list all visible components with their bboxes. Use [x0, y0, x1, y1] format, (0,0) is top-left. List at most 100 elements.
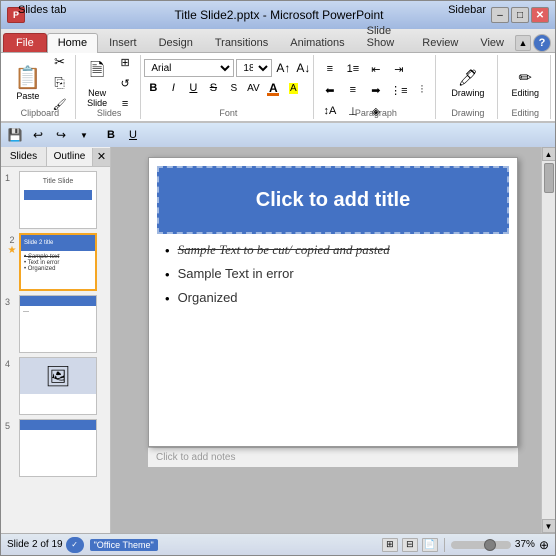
decrease-font-button[interactable]: A↓ [294, 59, 312, 77]
slide-thumb-4[interactable]: 4 🖼 [5, 357, 106, 415]
slide4-image: 🖼 [20, 358, 96, 394]
decrease-indent-button[interactable]: ⇤ [365, 59, 387, 79]
slide-canvas: Click to add title • Sample Text to be c… [148, 157, 518, 447]
outline-tab[interactable]: Outline [47, 147, 92, 166]
align-left-button[interactable]: ⬅ [319, 80, 341, 100]
bullet-item-2: • Sample Text in error [165, 266, 501, 282]
tab-transitions[interactable]: Transitions [204, 33, 279, 52]
slides-group: 🗎 New Slide ⊞ ↺ ≡ Slides [78, 55, 142, 119]
cut-button[interactable]: ✂ [49, 52, 71, 72]
font-color-button[interactable]: A [264, 79, 282, 97]
font-family-select[interactable]: Arial [144, 59, 234, 77]
slide1-content: Title Slide [20, 172, 96, 204]
slides-tab[interactable]: Slides [1, 147, 47, 166]
italic-button[interactable]: I [164, 79, 182, 97]
increase-font-button[interactable]: A↑ [274, 59, 292, 77]
slide3-text: — [20, 306, 96, 318]
scroll-down-button[interactable]: ▼ [542, 519, 556, 533]
layout-button[interactable]: ⊞ [114, 52, 136, 72]
numbering-button[interactable]: 1≡ [342, 59, 364, 79]
slide-image-5[interactable] [19, 419, 97, 477]
drawing-group-label: Drawing [451, 108, 484, 118]
tab-review[interactable]: Review [411, 33, 469, 52]
undo-button[interactable]: ↩ [28, 126, 48, 144]
maximize-button[interactable]: □ [511, 7, 529, 23]
slide-count: Slide 2 of 19 [7, 539, 63, 550]
tab-view[interactable]: View [469, 33, 515, 52]
text-direction-button[interactable]: ↕A [319, 101, 341, 121]
align-center-button[interactable]: ≡ [342, 80, 364, 100]
slide-title-placeholder: Click to add title [256, 189, 410, 212]
scroll-up-button[interactable]: ▲ [542, 147, 556, 161]
slide-thumb-2[interactable]: 2 ★ Slide 2 title • Sample text • Text i… [5, 233, 106, 291]
tab-file[interactable]: File [3, 33, 47, 52]
tab-design[interactable]: Design [148, 33, 204, 52]
slide-thumb-1[interactable]: 1 Title Slide [5, 171, 106, 229]
font-size-select[interactable]: 18 [236, 59, 272, 77]
close-button[interactable]: ✕ [531, 7, 549, 23]
slide-thumb-3[interactable]: 3 — [5, 295, 106, 353]
font-format-row: B I U S S AV A A [144, 79, 312, 97]
slide-sorter-button[interactable]: ⊟ [402, 538, 418, 552]
slide-thumb-5[interactable]: 5 [5, 419, 106, 477]
ribbon-collapse-button[interactable]: ▲ [515, 35, 531, 51]
increase-indent-button[interactable]: ⇥ [388, 59, 410, 79]
underline-button[interactable]: U [184, 79, 202, 97]
editing-group: ✏ Editing Editing [500, 55, 551, 119]
redo-button[interactable]: ↪ [51, 126, 71, 144]
quick-access-dropdown[interactable]: ▼ [74, 126, 94, 144]
drawing-button[interactable]: 🖊 Drawing [446, 59, 489, 107]
zoom-in-button[interactable]: ⊕ [539, 538, 549, 552]
new-slide-icon: 🗎 [90, 58, 104, 88]
notes-bar[interactable]: Click to add notes [148, 447, 518, 467]
powerpoint-icon: P [7, 7, 25, 23]
slide-title-area[interactable]: Click to add title [157, 166, 509, 234]
slide5-header [20, 420, 96, 430]
minimize-button[interactable]: – [491, 7, 509, 23]
save-button[interactable]: 💾 [5, 126, 25, 144]
panel-close-button[interactable]: ✕ [92, 148, 110, 166]
zoom-slider[interactable] [451, 541, 511, 549]
clipboard-label: Clipboard [21, 108, 60, 118]
columns-button[interactable]: ⫶ [411, 80, 433, 100]
font-label: Font [219, 108, 237, 118]
align-right-button[interactable]: ➡ [365, 80, 387, 100]
justify-button[interactable]: ⋮≡ [388, 80, 410, 100]
paste-button[interactable]: 📋 Paste [9, 59, 46, 107]
tab-slide-show[interactable]: Slide Show [356, 21, 412, 52]
main-area: Slides Outline ✕ 1 Title Slide [1, 147, 555, 533]
new-slide-button[interactable]: 🗎 New Slide [82, 59, 112, 107]
slide-image-3[interactable]: — [19, 295, 97, 353]
paste-icon: 📋 [14, 65, 41, 91]
bold-quick-button[interactable]: B [101, 126, 121, 144]
bullet-dot-2: • [165, 267, 170, 282]
shadow-button[interactable]: S [224, 79, 242, 97]
editing-group-content: ✏ Editing [505, 57, 545, 109]
normal-view-button[interactable]: ⊞ [382, 538, 398, 552]
reset-button[interactable]: ↺ [114, 73, 136, 93]
underline-quick-button[interactable]: U [123, 126, 143, 144]
slide-image-4[interactable]: 🖼 [19, 357, 97, 415]
slide-num-3: 3 [5, 295, 19, 307]
editing-button[interactable]: ✏ Editing [505, 59, 545, 107]
new-slide-label: New Slide [87, 88, 107, 108]
copy-button[interactable]: ⎘ [49, 73, 71, 93]
slide-image-1[interactable]: Title Slide [19, 171, 97, 229]
strikethrough-button[interactable]: S [204, 79, 222, 97]
font-spacing-button[interactable]: AV [244, 79, 262, 97]
tab-home[interactable]: Home [47, 33, 98, 53]
help-button[interactable]: ? [533, 34, 551, 52]
scroll-thumb[interactable] [544, 163, 554, 193]
tab-animations[interactable]: Animations [279, 33, 355, 52]
bullets-button[interactable]: ≡ [319, 59, 341, 79]
drawing-label: Drawing [451, 88, 484, 98]
bold-button[interactable]: B [144, 79, 162, 97]
window-title: Title Slide2.pptx - Microsoft PowerPoint [67, 8, 491, 22]
theme-button[interactable]: "Office Theme" [90, 539, 158, 551]
reading-view-button[interactable]: 📄 [422, 538, 438, 552]
bullet-text-3: Organized [178, 290, 238, 305]
tab-insert[interactable]: Insert [98, 33, 148, 52]
slide-image-2[interactable]: Slide 2 title • Sample text • Text in er… [19, 233, 97, 291]
text-highlight-button[interactable]: A [284, 79, 302, 97]
slides-list: 1 Title Slide 2 ★ [1, 167, 110, 533]
